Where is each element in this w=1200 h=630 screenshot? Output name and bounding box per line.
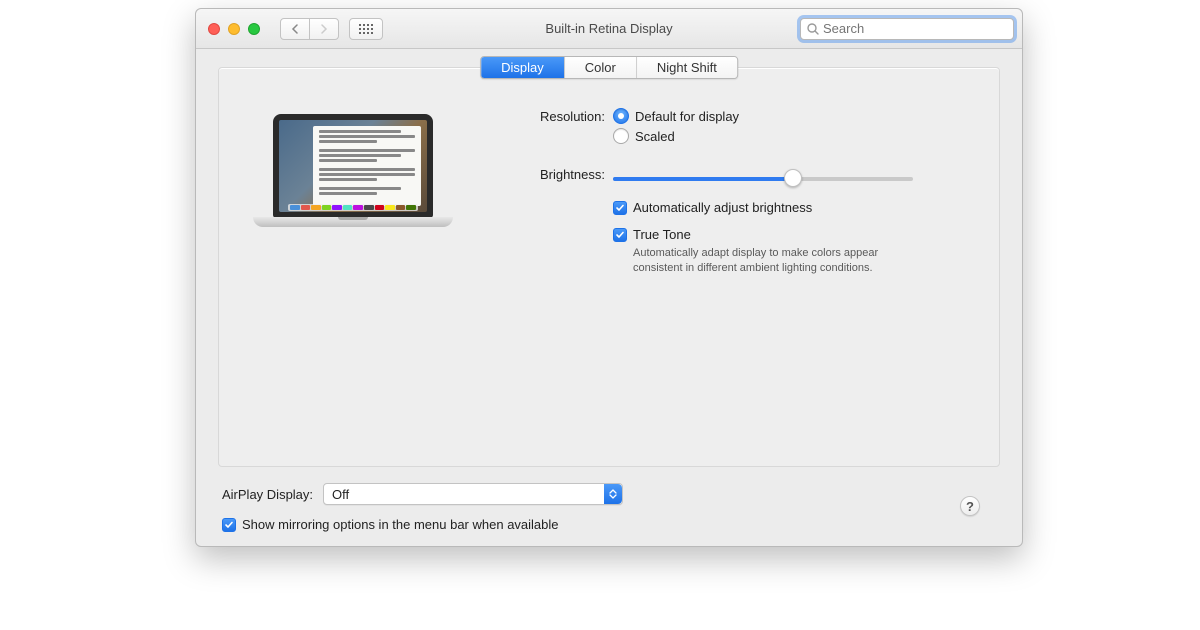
content-area: Display Color Night Shift: [196, 49, 1022, 546]
search-icon: [807, 23, 819, 35]
tab-display[interactable]: Display: [481, 57, 565, 78]
close-window-button[interactable]: [208, 23, 220, 35]
tab-bar: Display Color Night Shift: [480, 56, 738, 79]
resolution-default-label: Default for display: [635, 109, 739, 124]
brightness-row: Brightness: Automatic: [513, 166, 975, 276]
forward-button[interactable]: [309, 18, 339, 40]
search-field[interactable]: [800, 18, 1014, 40]
nav-buttons: [280, 18, 339, 40]
resolution-scaled-option[interactable]: Scaled: [613, 128, 975, 144]
search-input[interactable]: [823, 21, 1007, 36]
checkbox-checked-icon: [613, 228, 627, 242]
checkbox-checked-icon: [613, 201, 627, 215]
checkbox-checked-icon: [222, 518, 236, 532]
grid-icon: [359, 24, 373, 34]
chevron-right-icon: [320, 24, 328, 34]
mirroring-checkbox[interactable]: Show mirroring options in the menu bar w…: [222, 517, 996, 532]
chevron-left-icon: [291, 24, 299, 34]
radio-checked-icon: [613, 108, 629, 124]
back-button[interactable]: [280, 18, 310, 40]
preferences-window: Built-in Retina Display Display Color Ni…: [195, 8, 1023, 547]
airplay-dropdown[interactable]: Off: [323, 483, 623, 505]
airplay-label: AirPlay Display:: [222, 487, 313, 502]
radio-unchecked-icon: [613, 128, 629, 144]
auto-brightness-label: Automatically adjust brightness: [633, 200, 812, 215]
resolution-label: Resolution:: [513, 108, 613, 124]
brightness-slider[interactable]: [613, 168, 913, 188]
true-tone-checkbox[interactable]: True Tone Automatically adapt display to…: [613, 227, 975, 276]
dropdown-stepper-icon: [604, 484, 622, 504]
airplay-value: Off: [332, 487, 349, 502]
display-preview-image: [253, 114, 453, 282]
brightness-label: Brightness:: [513, 166, 613, 182]
auto-brightness-checkbox[interactable]: Automatically adjust brightness: [613, 200, 975, 215]
mirroring-label: Show mirroring options in the menu bar w…: [242, 517, 559, 532]
help-button[interactable]: ?: [960, 496, 980, 516]
main-panel: Display Color Night Shift: [218, 67, 1000, 467]
window-controls: [208, 23, 260, 35]
resolution-scaled-label: Scaled: [635, 129, 675, 144]
tab-night-shift[interactable]: Night Shift: [637, 57, 737, 78]
settings-column: Resolution: Default for display Scaled: [513, 108, 975, 282]
zoom-window-button[interactable]: [248, 23, 260, 35]
bottom-controls: AirPlay Display: Off Show mirroring opti…: [218, 467, 1000, 532]
airplay-row: AirPlay Display: Off: [222, 483, 996, 505]
true-tone-label: True Tone: [633, 227, 691, 242]
true-tone-description: Automatically adapt display to make colo…: [633, 246, 923, 276]
resolution-row: Resolution: Default for display Scaled: [513, 108, 975, 148]
resolution-default-option[interactable]: Default for display: [613, 108, 975, 124]
show-all-button[interactable]: [349, 18, 383, 40]
panel-body: Resolution: Default for display Scaled: [243, 68, 975, 282]
help-icon: ?: [966, 499, 974, 514]
minimize-window-button[interactable]: [228, 23, 240, 35]
titlebar: Built-in Retina Display: [196, 9, 1022, 49]
tab-color[interactable]: Color: [565, 57, 637, 78]
